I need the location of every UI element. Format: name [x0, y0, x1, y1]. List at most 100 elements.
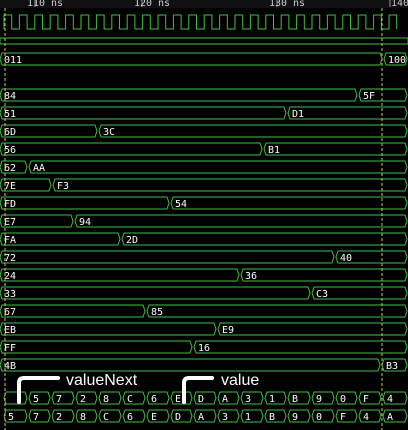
value-row-value: 1: [245, 412, 251, 423]
bus-row-15-value: E9: [222, 325, 234, 336]
value-row-value: 9: [292, 412, 298, 423]
clock-signal: [3, 14, 398, 30]
bus-row-13-value: 33: [4, 289, 16, 300]
waveform-viewer[interactable]: 110 ns 120 ns 130 ns 140011 10084 5F51 D16D 3C5…: [0, 0, 408, 430]
value-row-value: 2: [56, 412, 62, 423]
bus-row-16-value: 16: [198, 343, 210, 354]
empty-signal: [0, 37, 408, 45]
bus-row-5-segment: [0, 142, 263, 156]
value-next-row-value: 0: [340, 394, 346, 405]
bus-row-9-value: 94: [79, 217, 91, 228]
bus-row-3-segment: [287, 106, 408, 120]
bus-row-10-value: FA: [4, 235, 16, 246]
bus-row-13-segment: [0, 286, 311, 300]
bus-row-13-value: C3: [316, 289, 328, 300]
bus-row-14-value: 85: [151, 307, 163, 318]
bus-row-5-segment: [263, 142, 408, 156]
bus-row-1-value: 100: [388, 55, 406, 66]
bus-row-16-segment: [193, 340, 408, 354]
value-row-value: E: [151, 412, 157, 423]
bus-row-7-value: 7E: [4, 181, 16, 192]
value-next-row-value: F: [363, 394, 369, 405]
value-row-value: B: [269, 412, 275, 423]
value-row-value: 3: [222, 412, 228, 423]
bus-row-14-value: 67: [4, 307, 16, 318]
bus-row-7-segment: [52, 178, 408, 192]
value-row-value: F: [340, 412, 346, 423]
bus-row-11-segment: [0, 250, 335, 264]
bus-row-14-segment: [146, 304, 408, 318]
bus-row-17-segment: [0, 358, 381, 372]
value-row-value: 7: [33, 412, 39, 423]
value-next-row-segment: [3, 391, 28, 405]
bus-row-4-segment: [98, 124, 408, 138]
value-next-row-value: 3: [245, 394, 251, 405]
bus-row-9-segment: [74, 214, 408, 228]
annotation-value-next: valueNext: [66, 372, 138, 389]
value-next-row-value: 4: [387, 394, 393, 405]
bus-row-3-value: D1: [292, 109, 304, 120]
bus-row-2-value: 84: [4, 91, 16, 102]
value-next-row-value: B: [292, 394, 298, 405]
value-row-value: C: [103, 412, 109, 423]
bus-row-11-value: 40: [340, 253, 352, 264]
value-next-row-value: 7: [56, 394, 62, 405]
value-next-row-value: 6: [151, 394, 157, 405]
ruler-label: 130 ns: [269, 0, 305, 9]
bus-row-12-value: 36: [245, 271, 257, 282]
bus-row-12-value: 24: [4, 271, 16, 282]
bus-row-15-segment: [217, 322, 408, 336]
value-next-row-value: 5: [33, 394, 39, 405]
bus-row-5-value: 56: [4, 145, 16, 156]
value-row-value: 0: [316, 412, 322, 423]
bus-row-10-segment: [121, 232, 408, 246]
value-next-row-value: 8: [103, 394, 109, 405]
value-row-value: D: [175, 412, 181, 423]
ruler-label: 140: [391, 0, 408, 9]
bus-row-3-segment: [0, 106, 287, 120]
bus-row-5-value: B1: [268, 145, 280, 156]
value-row-value: 4: [363, 412, 369, 423]
bus-row-16-segment: [0, 340, 193, 354]
bus-row-1-value: 011: [4, 55, 22, 66]
bus-row-4-value: 3C: [103, 127, 115, 138]
bus-row-16-value: FF: [4, 343, 16, 354]
bus-row-15-value: EB: [4, 325, 16, 336]
bus-row-3-value: 51: [4, 109, 16, 120]
bus-row-9-value: E7: [4, 217, 16, 228]
bus-row-6-value: AA: [33, 163, 45, 174]
annotation-value: value: [221, 372, 260, 389]
bus-row-15-segment: [0, 322, 217, 336]
value-row-value: 8: [80, 412, 86, 423]
bus-row-17-value: B3: [386, 361, 398, 372]
value-next-row-value: 2: [80, 394, 86, 405]
value-row-value: 6: [127, 412, 133, 423]
ruler-label: 120 ns: [134, 0, 170, 9]
bus-row-6-value: 62: [4, 163, 16, 174]
bus-row-6-segment: [28, 160, 408, 174]
bus-row-1-segment: [0, 52, 383, 66]
value-next-row-value: C: [127, 394, 133, 405]
bus-row-8-value: 54: [175, 199, 187, 210]
bus-row-2-segment: [0, 88, 358, 102]
value-next-row-value: D: [198, 394, 204, 405]
value-next-row-value: 1: [269, 394, 275, 405]
bus-row-11-value: 72: [4, 253, 16, 264]
bus-row-7-value: F3: [57, 181, 69, 192]
value-row-value: A: [387, 412, 393, 423]
bus-row-2-value: 5F: [363, 91, 375, 102]
bus-row-17-value: 4B: [4, 361, 16, 372]
value-next-row-value: A: [222, 394, 228, 405]
value-next-row-value: 9: [316, 394, 322, 405]
bus-row-8-value: FD: [4, 199, 16, 210]
bus-row-10-segment: [0, 232, 121, 246]
bus-row-8-segment: [0, 196, 170, 210]
bus-row-12-segment: [0, 268, 240, 282]
bus-row-4-value: 6D: [4, 127, 16, 138]
value-row-value: A: [198, 412, 204, 423]
ruler-label: 110 ns: [27, 0, 63, 9]
value-row-value: 5: [8, 412, 14, 423]
bus-row-14-segment: [0, 304, 146, 318]
value-next-row-value: E: [175, 394, 181, 405]
bus-row-8-segment: [170, 196, 408, 210]
